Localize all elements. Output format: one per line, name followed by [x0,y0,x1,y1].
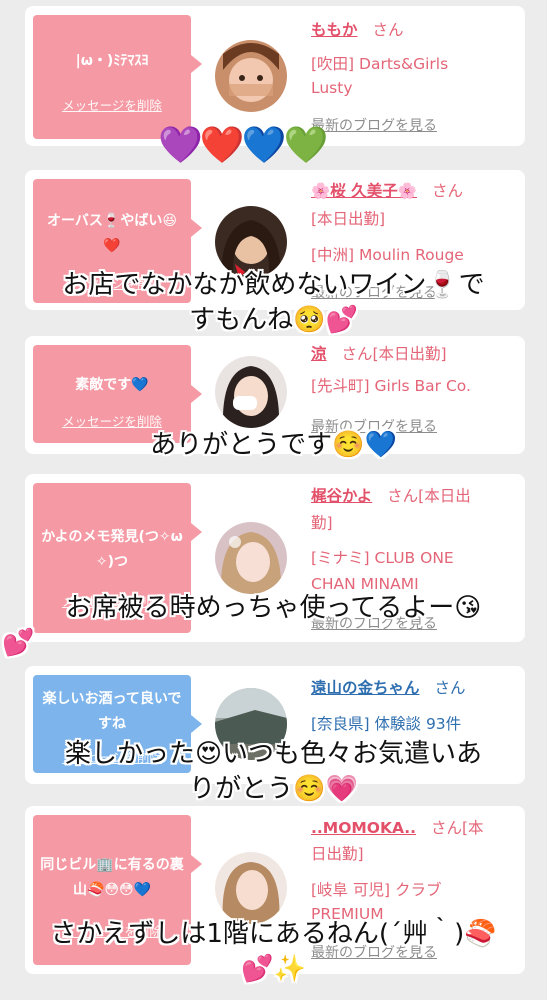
delete-message-link[interactable]: メッセージを削除 [33,95,191,114]
store-tag: Lusty [311,79,353,97]
store-tag: [ミナミ] CLUB ONE [311,549,454,567]
cast-name-link[interactable]: 梶谷かよ [311,487,372,505]
name-suffix: さん[本 [431,819,484,837]
avatar[interactable] [215,40,287,112]
cast-name-link[interactable]: ももか [311,21,358,39]
store-info: ももか さん [吹田] Darts&Girls Lusty [311,18,521,100]
avatar[interactable] [215,356,287,428]
message-text: かよのメモ発見(つ✧ω✧)つ [41,529,183,570]
overlay-caption: 💕✨ [241,954,306,984]
store-tag: [先斗町] Girls Bar Co. [311,377,471,395]
message-bubble: |ω・)ﾐﾃﾏｽﾖ メッセージを削除 [33,15,202,139]
store-info: 涼 さん[本日出勤] [先斗町] Girls Bar Co. [311,342,521,398]
cast-name-link[interactable]: 🌸桜 久美子🌸 [311,182,417,200]
store-tag: [本日出勤] [311,210,386,228]
message-text: オーバス🍷やばい😆❤️ [47,213,177,254]
overlay-caption: 楽しかった😍いつも色々お気遣いあ [64,739,483,769]
store-info: 🌸桜 久美子🌸 さん [本日出勤] [中洲] Moulin Rouge [311,179,521,267]
store-tag: [吹田] Darts&Girls [311,55,449,73]
name-suffix: さん[本日出勤] [341,345,447,363]
overlay-caption: りがとう☺️💗 [189,774,358,804]
overlay-caption: さかえずしは1階にあるねん(´艸｀)🍣 [50,919,497,949]
overlay-caption: お席被る時めっちゃ使ってるよー😘 [65,593,482,623]
message-text: 楽しいお酒って良いですね [42,691,182,732]
name-suffix: さん [431,182,463,200]
store-tag: [奈良県] 体験談 93件 [311,715,462,733]
message-text: 素敵です💙 [75,377,149,393]
latest-blog-link[interactable]: 最新のブログを見る [311,115,437,135]
name-suffix-continued: 日出勤] [311,845,364,863]
name-suffix: さん [434,679,466,697]
store-tag: [岐阜 可児] クラブ [311,881,442,899]
avatar[interactable] [215,522,287,594]
name-suffix: さん[本日出 [387,487,471,505]
overlay-caption: お店でなかなか飲めないワイン🍷で [62,270,485,300]
store-info: ..MOMOKA.. さん[本 日出勤] [岐阜 可児] クラブ PREMIUM [311,816,521,926]
name-suffix-continued: 勤] [311,514,333,532]
overlay-caption: すもんね🥺💕 [189,305,358,335]
message-text: 同じビル🏢に有るの裏山🍣😳😳💙 [40,857,184,898]
overlay-caption: 💕 [2,628,35,658]
store-info: 梶谷かよ さん[本日出 勤] [ミナミ] CLUB ONE CHAN MINAM… [311,484,521,596]
hearts-sticker: 💜❤️💙💚 [158,125,328,166]
cast-name-link[interactable]: ..MOMOKA.. [311,819,416,837]
store-info: 遠山の金ちゃん さん [奈良県] 体験談 93件 [311,676,521,736]
message-text: |ω・)ﾐﾃﾏｽﾖ [75,53,149,69]
overlay-caption: ありがとうです☺️💙 [150,430,397,460]
store-tag: [中洲] Moulin Rouge [311,246,464,264]
name-suffix: さん [372,21,404,39]
cast-name-link[interactable]: 遠山の金ちゃん [311,679,420,697]
avatar[interactable] [215,852,287,924]
cast-name-link[interactable]: 涼 [311,345,327,363]
